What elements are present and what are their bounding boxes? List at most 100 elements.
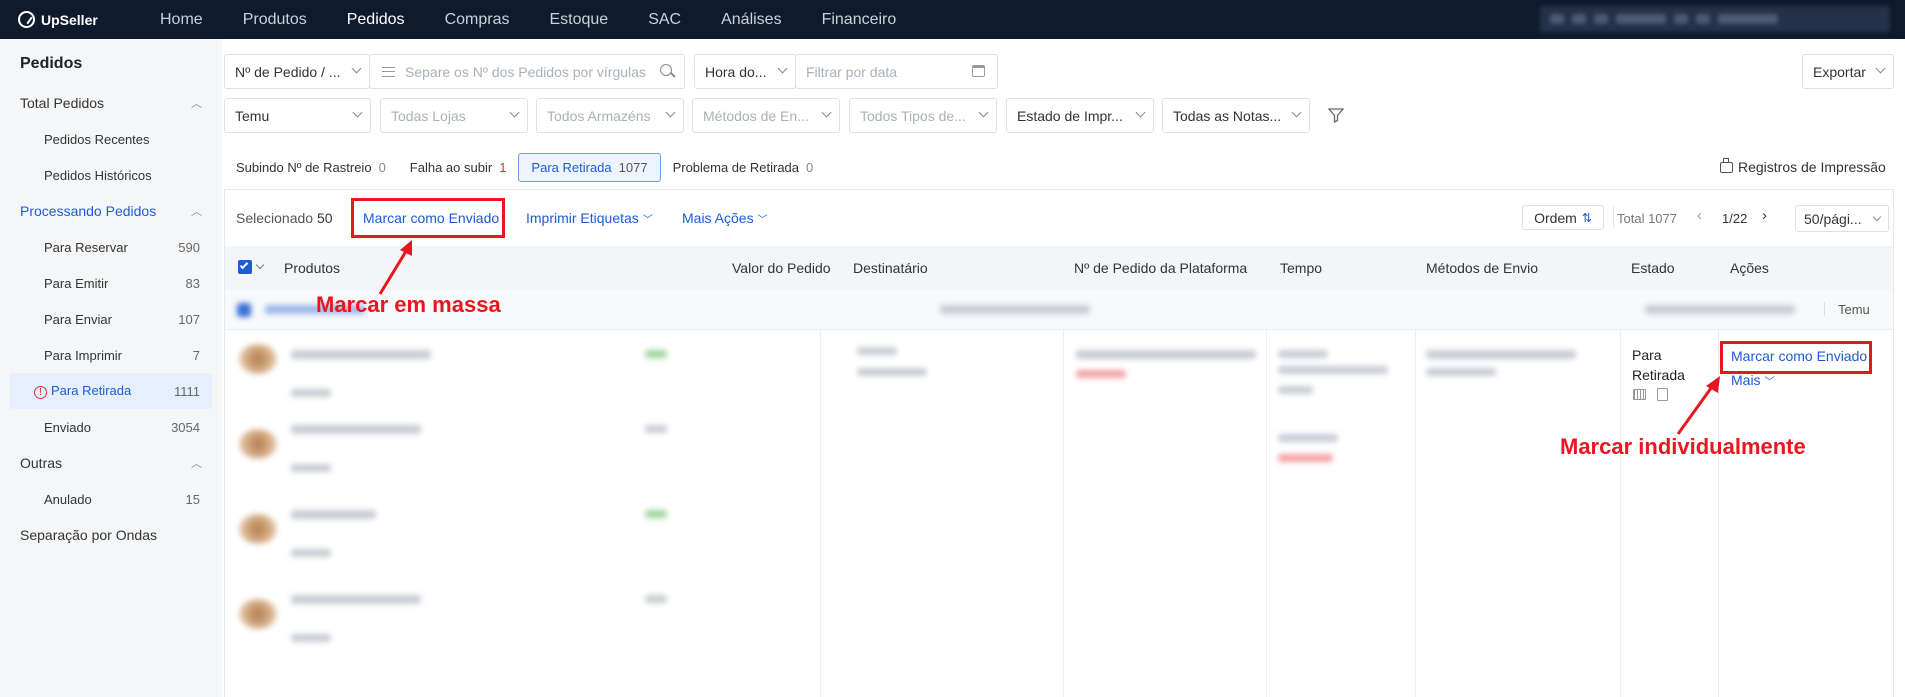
tab-label: Falha ao subir [409, 160, 493, 175]
nav-sac[interactable]: SAC [628, 0, 701, 39]
print-records-link[interactable]: Registros de Impressão [1720, 157, 1886, 175]
more-label: Mais [1731, 372, 1761, 388]
item-label: Pedidos Recentes [44, 131, 150, 147]
item-label: Anulado [44, 491, 92, 507]
upseller-logo[interactable]: UpSeller [18, 11, 114, 28]
print-labels-label: Imprimir Etiquetas [526, 210, 639, 226]
table-row[interactable]: Para Retirada Marcar como Enviado Mais ﹀ [225, 330, 1893, 462]
prev-page-icon[interactable]: ‹ [1697, 207, 1702, 224]
product-thumbnail [239, 429, 277, 459]
select-value: Estado de Impr... [1017, 107, 1123, 124]
selected-count: 50 [316, 210, 333, 226]
sidebar-item-emitir[interactable]: Para Emitir 83 [10, 265, 212, 301]
nav-produtos[interactable]: Produtos [223, 0, 327, 39]
group-label: Separação por Ondas [20, 527, 157, 543]
nav-financeiro[interactable]: Financeiro [802, 0, 917, 39]
item-count: 83 [185, 275, 200, 291]
brand-name: UpSeller [41, 11, 98, 28]
print-labels-dropdown[interactable]: Imprimir Etiquetas ﹀ [526, 210, 653, 226]
item-label: Para Retirada [51, 383, 132, 398]
sidebar-item-enviado[interactable]: Enviado 3054 [10, 409, 212, 445]
row-more-dropdown[interactable]: Mais ﹀ [1731, 372, 1774, 388]
next-page-icon[interactable]: › [1762, 207, 1767, 224]
group-platform: Temu [1838, 302, 1870, 317]
sidebar-group-outras[interactable]: Outras ︿ [0, 445, 222, 481]
print-status-select[interactable]: Estado de Impr... [1006, 98, 1154, 133]
sidebar-group-total[interactable]: Total Pedidos ︿ [0, 85, 222, 121]
tab-count: 1 [499, 160, 507, 175]
notes-select[interactable]: Todas as Notas... [1162, 98, 1310, 133]
shipping-methods-select[interactable]: Métodos de En... [692, 98, 840, 133]
col-valor: Valor do Pedido [732, 260, 831, 276]
more-actions-dropdown[interactable]: Mais Ações ﹀ [682, 210, 767, 226]
col-platform-order: Nº de Pedido da Plataforma [1074, 260, 1248, 276]
order-label: Ordem [1534, 209, 1577, 226]
select-all-checkbox[interactable] [238, 260, 252, 274]
item-count: 590 [178, 239, 200, 255]
sidebar-item-history[interactable]: Pedidos Históricos [10, 157, 212, 193]
item-label: Para Enviar [44, 311, 112, 327]
order-search-input[interactable]: Separe os Nº dos Pedidos por vírgulas [369, 54, 685, 89]
sidebar-item-imprimir[interactable]: Para Imprimir 7 [10, 337, 212, 373]
col-estado: Estado [1631, 260, 1675, 276]
warehouses-select[interactable]: Todos Armazéns [536, 98, 684, 133]
tab-pickup[interactable]: Para Retirada 1077 [518, 153, 661, 182]
nav-estoque[interactable]: Estoque [529, 0, 628, 39]
tab-count: 1077 [618, 160, 648, 175]
sidebar-item-ondas[interactable]: Separação por Ondas [0, 517, 222, 553]
chevron-down-icon [351, 63, 362, 74]
sidebar-item-reservar[interactable]: Para Reservar 590 [10, 229, 212, 265]
chevron-down-icon[interactable] [255, 260, 265, 270]
barcode-icon[interactable] [1633, 389, 1646, 400]
export-button[interactable]: Exportar [1802, 54, 1894, 89]
product-thumbnail [239, 514, 277, 544]
chevron-down-icon [1875, 63, 1886, 74]
item-label: Para Reservar [44, 239, 128, 255]
search-icon[interactable] [660, 64, 676, 78]
select-value: Todas Lojas [391, 107, 466, 124]
tab-tracking-upload[interactable]: Subindo Nº de Rastreio 0 [224, 153, 398, 182]
chevron-down-icon [821, 107, 832, 118]
types-select[interactable]: Todos Tipos de... [849, 98, 997, 133]
export-label: Exportar [1813, 63, 1866, 80]
order-sort-button[interactable]: Ordem ⇅ [1522, 205, 1604, 230]
table-row[interactable] [225, 500, 1893, 585]
sidebar-item-anulado[interactable]: Anulado 15 [10, 481, 212, 517]
tab-upload-failed[interactable]: Falha ao subir 1 [398, 153, 519, 182]
chevron-up-icon: ︿ [191, 458, 202, 470]
chevron-down-icon [1872, 212, 1882, 222]
calendar-icon[interactable] [972, 65, 985, 77]
page-size-select[interactable]: 50/pági... [1795, 205, 1889, 232]
printer-icon [1720, 157, 1733, 173]
tab-pickup-problem[interactable]: Problema de Retirada 0 [661, 153, 826, 182]
notes-icon[interactable] [1657, 388, 1668, 401]
order-number-type-select[interactable]: Nº de Pedido / ... [224, 54, 370, 89]
sidebar-item-retirada[interactable]: ! Para Retirada 1111 [10, 373, 212, 409]
group-label: Total Pedidos [20, 95, 105, 111]
sidebar-group-processing[interactable]: Processando Pedidos ︿ [0, 193, 222, 229]
status-tabs: Subindo Nº de Rastreio 0 Falha ao subir 1 … [224, 153, 825, 182]
divider [1824, 302, 1825, 316]
sidebar-item-enviar[interactable]: Para Enviar 107 [10, 301, 212, 337]
product-thumbnail [239, 599, 277, 629]
nav-compras[interactable]: Compras [425, 0, 530, 39]
time-type-select[interactable]: Hora do... [694, 54, 796, 89]
nav-home[interactable]: Home [140, 0, 223, 39]
item-count: 1111 [173, 383, 200, 399]
nav-analises[interactable]: Análises [701, 0, 801, 39]
platform-select[interactable]: Temu [224, 98, 371, 133]
tab-count: 0 [378, 160, 386, 175]
blurred-user-area [1540, 6, 1890, 32]
stores-select[interactable]: Todas Lojas [380, 98, 528, 133]
item-count: 107 [178, 311, 200, 327]
table-row[interactable] [225, 585, 1893, 670]
sidebar-item-recent[interactable]: Pedidos Recentes [10, 121, 212, 157]
tab-label: Para Retirada [531, 160, 612, 175]
filter-icon[interactable] [1327, 107, 1345, 124]
search-placeholder: Separe os Nº dos Pedidos por vírgulas [405, 63, 646, 80]
tab-count: 0 [806, 160, 814, 175]
nav-pedidos[interactable]: Pedidos [327, 0, 425, 39]
bulk-annotation: Marcar em massa [316, 292, 501, 317]
date-filter-input[interactable]: Filtrar por data [795, 54, 998, 89]
col-produtos: Produtos [284, 260, 341, 276]
